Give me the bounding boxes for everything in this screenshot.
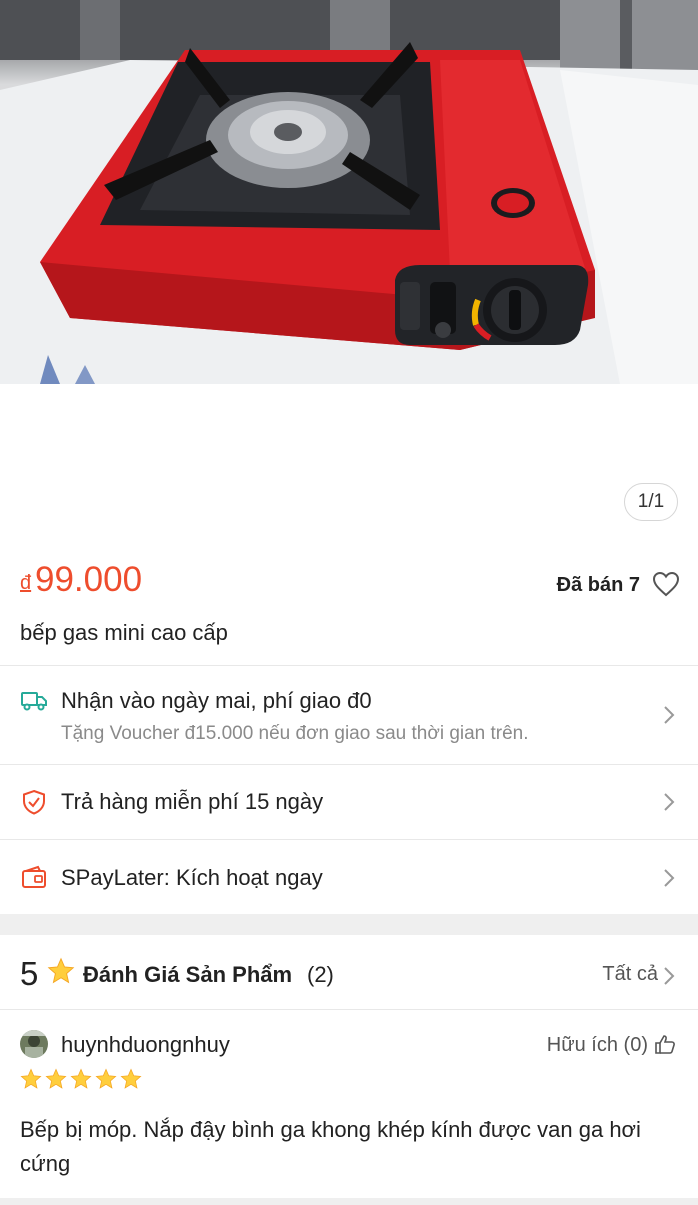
ratings-label: Đánh Giá Sản Phẩm [83,962,293,987]
truck-icon [21,692,47,711]
helpful-label[interactable]: Hữu ích (0) [547,1034,648,1057]
thumbs-up-icon[interactable] [654,1033,676,1055]
rating-score: 5 [20,955,39,992]
paylater-row[interactable]: SPayLater: Kích hoạt ngay [0,840,698,914]
section-gap [0,1198,698,1205]
chevron-right-icon [664,793,675,811]
price-row: đ 99.000 Đã bán 7 [20,560,680,604]
returns-label: Trả hàng miễn phí 15 ngày [61,789,324,814]
see-all-link[interactable]: Tất cả [602,963,658,986]
review-stars [20,1068,145,1092]
ratings-header[interactable]: 5 Đánh Giá Sản Phẩm (2) Tất cả [0,935,698,1009]
product-price: 99.000 [35,560,143,599]
shipping-label: Nhận vào ngày mai, phí giao đ0 [61,688,372,713]
chevron-right-icon [664,706,675,724]
heart-icon[interactable] [652,571,680,597]
avatar[interactable] [20,1030,48,1058]
section-gap [0,914,698,935]
product-title: bếp gas mini cao cấp [20,620,228,645]
product-image[interactable] [0,0,698,384]
sold-count: Đã bán 7 [556,574,640,596]
gas-stove-illustration [0,0,698,384]
star-icon [47,957,75,984]
star-icon [20,1068,42,1089]
star-icon [120,1068,142,1089]
shield-icon [23,789,45,815]
chevron-right-icon [664,869,675,887]
review-username: huynhduongnhuy [61,1032,230,1057]
shipping-row[interactable]: Nhận vào ngày mai, phí giao đ0 Tặng Vouc… [0,666,698,764]
star-icon [95,1068,117,1089]
currency-symbol: đ [20,572,32,594]
review-item: huynhduongnhuy Hữu ích (0) Bếp bị móp. N… [0,1010,698,1200]
paylater-label: SPayLater: Kích hoạt ngay [61,865,323,890]
wallet-icon [22,865,46,888]
review-text: Bếp bị móp. Nắp đậy bình ga khong khép k… [20,1117,641,1176]
image-counter: 1/1 [624,483,678,521]
star-icon [70,1068,92,1089]
ratings-count: (2) [307,962,334,987]
star-icon [45,1068,67,1089]
chevron-right-icon[interactable] [662,965,676,987]
returns-row[interactable]: Trả hàng miễn phí 15 ngày [0,765,698,839]
shipping-sub: Tặng Voucher đ15.000 nếu đơn giao sau th… [61,723,529,744]
